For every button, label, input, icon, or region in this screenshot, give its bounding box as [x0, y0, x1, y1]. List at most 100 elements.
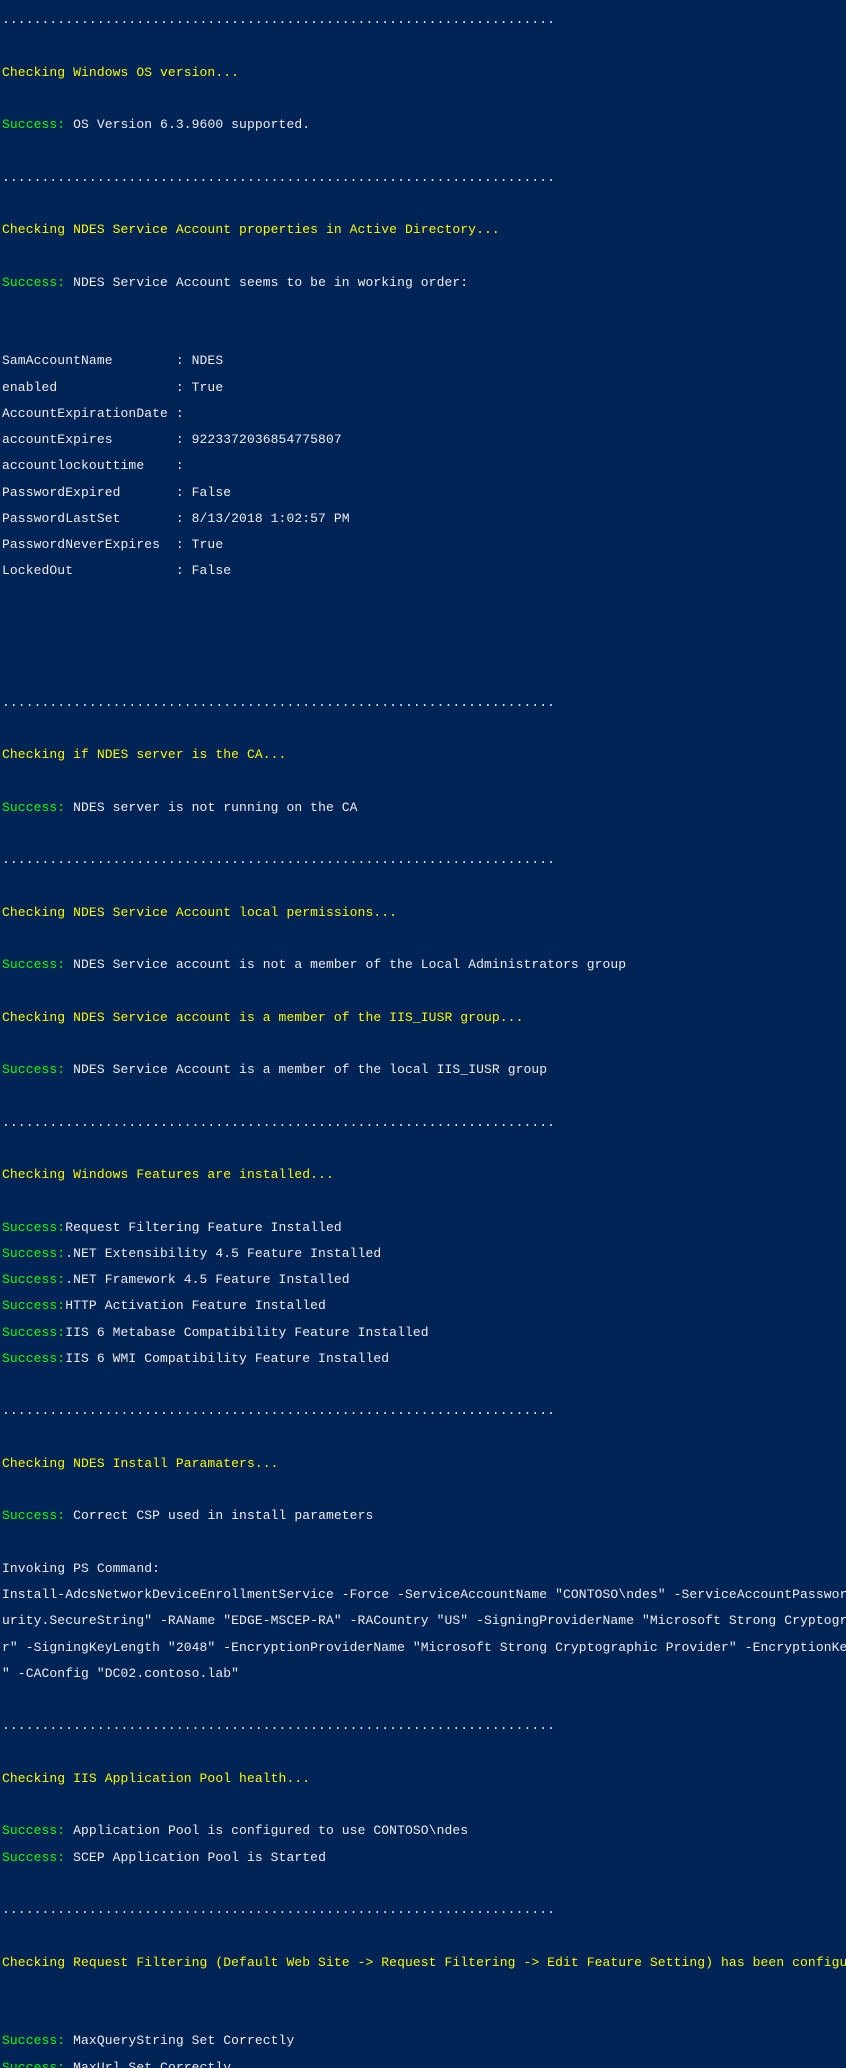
- blank: [2, 1798, 844, 1811]
- success-text: NDES server is not running on the CA: [73, 800, 357, 815]
- success-label: Success:: [2, 1246, 65, 1261]
- section-header-reqfilter: Checking Request Filtering (Default Web …: [2, 1956, 844, 1969]
- blank: [2, 249, 844, 262]
- ad-prop: PasswordNeverExpires : True: [2, 538, 844, 551]
- success-label: Success:: [2, 800, 73, 815]
- feature-text: Request Filtering Feature Installed: [65, 1220, 342, 1235]
- section-header-apppool: Checking IIS Application Pool health...: [2, 1772, 844, 1785]
- iusr-success: Success: NDES Service Account is a membe…: [2, 1063, 844, 1076]
- success-text: NDES Service account is not a member of …: [73, 957, 626, 972]
- feature-item: Success:IIS 6 WMI Compatibility Feature …: [2, 1352, 844, 1365]
- blank: [2, 591, 844, 604]
- apppool-text: Application Pool is configured to use CO…: [73, 1823, 468, 1838]
- blank: [2, 1089, 844, 1102]
- blank: [2, 1142, 844, 1155]
- powershell-terminal[interactable]: ........................................…: [0, 0, 846, 2068]
- feature-text: .NET Framework 4.5 Feature Installed: [65, 1272, 349, 1287]
- rule: ........................................…: [2, 1719, 844, 1732]
- blank: [2, 827, 844, 840]
- ad-prop: AccountExpirationDate :: [2, 407, 844, 420]
- feature-text: .NET Extensibility 4.5 Feature Installed: [65, 1246, 381, 1261]
- blank: [2, 328, 844, 341]
- blank: [2, 1982, 844, 1995]
- feature-item: Success:HTTP Activation Feature Installe…: [2, 1299, 844, 1312]
- success-label: Success:: [2, 1508, 73, 1523]
- blank: [2, 1746, 844, 1759]
- rule: ........................................…: [2, 1404, 844, 1417]
- blank: [2, 774, 844, 787]
- reqfilter-text: MaxUrl Set Correctly: [73, 2060, 231, 2068]
- success-label: Success:: [2, 275, 73, 290]
- feature-item: Success:IIS 6 Metabase Compatibility Fea…: [2, 1326, 844, 1339]
- blank: [2, 1483, 844, 1496]
- success-label: Success:: [2, 2033, 73, 2048]
- rule: ........................................…: [2, 696, 844, 709]
- blank: [2, 1431, 844, 1444]
- localperms-success: Success: NDES Service account is not a m…: [2, 958, 844, 971]
- rule: ........................................…: [2, 1116, 844, 1129]
- blank: [2, 144, 844, 157]
- success-label: Success:: [2, 1272, 65, 1287]
- section-header-iusr: Checking NDES Service account is a membe…: [2, 1011, 844, 1024]
- success-label: Success:: [2, 1298, 65, 1313]
- installparams-success: Success: Correct CSP used in install par…: [2, 1509, 844, 1522]
- blank: [2, 1929, 844, 1942]
- blank: [2, 302, 844, 315]
- success-label: Success:: [2, 957, 73, 972]
- feature-item: Success:.NET Framework 4.5 Feature Insta…: [2, 1273, 844, 1286]
- rule: ........................................…: [2, 13, 844, 26]
- section-header-ad: Checking NDES Service Account properties…: [2, 223, 844, 236]
- success-text: NDES Service Account is a member of the …: [73, 1062, 547, 1077]
- cmd-line: " -CAConfig "DC02.contoso.lab": [2, 1667, 844, 1680]
- success-label: Success:: [2, 117, 73, 132]
- success-text: NDES Service Account seems to be in work…: [73, 275, 468, 290]
- ad-prop: accountlockouttime :: [2, 459, 844, 472]
- blank: [2, 643, 844, 656]
- ad-prop: PasswordExpired : False: [2, 486, 844, 499]
- blank: [2, 2008, 844, 2021]
- apppool-item: Success: Application Pool is configured …: [2, 1824, 844, 1837]
- success-text: OS Version 6.3.9600 supported.: [73, 117, 310, 132]
- feature-text: IIS 6 Metabase Compatibility Feature Ins…: [65, 1325, 428, 1340]
- cmd-line: Install-AdcsNetworkDeviceEnrollmentServi…: [2, 1588, 844, 1601]
- success-label: Success:: [2, 1062, 73, 1077]
- section-header-localperms: Checking NDES Service Account local perm…: [2, 906, 844, 919]
- success-label: Success:: [2, 1325, 65, 1340]
- section-header-ca: Checking if NDES server is the CA...: [2, 748, 844, 761]
- success-text: Correct CSP used in install parameters: [73, 1508, 373, 1523]
- blank: [2, 1194, 844, 1207]
- cmd-line: urity.SecureString" -RAName "EDGE-MSCEP-…: [2, 1614, 844, 1627]
- ad-success: Success: NDES Service Account seems to b…: [2, 276, 844, 289]
- success-label: Success:: [2, 1823, 73, 1838]
- ad-prop: LockedOut : False: [2, 564, 844, 577]
- rule: ........................................…: [2, 853, 844, 866]
- reqfilter-text: MaxQueryString Set Correctly: [73, 2033, 294, 2048]
- success-label: Success:: [2, 1220, 65, 1235]
- feature-text: HTTP Activation Feature Installed: [65, 1298, 326, 1313]
- blank: [2, 39, 844, 52]
- success-label: Success:: [2, 1351, 65, 1366]
- blank: [2, 617, 844, 630]
- blank: [2, 1037, 844, 1050]
- blank: [2, 197, 844, 210]
- success-label: Success:: [2, 2060, 73, 2068]
- rule: ........................................…: [2, 1903, 844, 1916]
- blank: [2, 879, 844, 892]
- os-success: Success: OS Version 6.3.9600 supported.: [2, 118, 844, 131]
- ad-prop: accountExpires : 9223372036854775807: [2, 433, 844, 446]
- feature-item: Success:.NET Extensibility 4.5 Feature I…: [2, 1247, 844, 1260]
- blank: [2, 669, 844, 682]
- apppool-text: SCEP Application Pool is Started: [73, 1850, 326, 1865]
- blank: [2, 1536, 844, 1549]
- blank: [2, 1693, 844, 1706]
- feature-item: Success:Request Filtering Feature Instal…: [2, 1221, 844, 1234]
- ca-success: Success: NDES server is not running on t…: [2, 801, 844, 814]
- feature-text: IIS 6 WMI Compatibility Feature Installe…: [65, 1351, 389, 1366]
- reqfilter-item: Success: MaxQueryString Set Correctly: [2, 2034, 844, 2047]
- blank: [2, 1378, 844, 1391]
- blank: [2, 92, 844, 105]
- cmd-line: r" -SigningKeyLength "2048" -EncryptionP…: [2, 1641, 844, 1654]
- invoke-label: Invoking PS Command:: [2, 1562, 844, 1575]
- rule: ........................................…: [2, 171, 844, 184]
- apppool-item: Success: SCEP Application Pool is Starte…: [2, 1851, 844, 1864]
